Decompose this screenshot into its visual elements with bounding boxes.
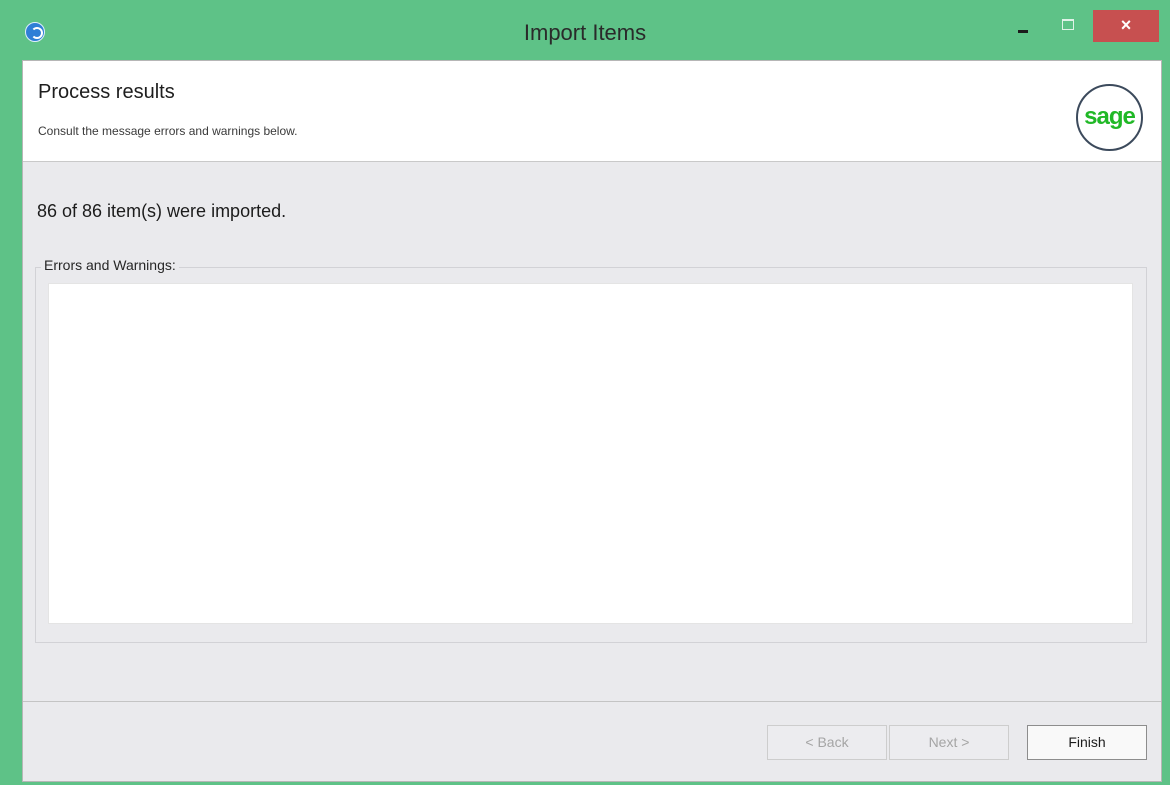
import-items-window: Import Items × Process results Consult t… (0, 0, 1170, 785)
title-bar[interactable]: Import Items × (0, 0, 1170, 60)
back-button[interactable]: < Back (767, 725, 887, 760)
footer-divider (23, 701, 1161, 702)
sage-logo-text: sage (1084, 103, 1136, 130)
dialog-client-area: Process results Consult the message erro… (22, 60, 1162, 782)
minimize-icon[interactable] (1010, 14, 1036, 38)
wizard-header: Process results Consult the message erro… (23, 61, 1161, 162)
finish-button[interactable]: Finish (1027, 725, 1147, 760)
errors-warnings-label: Errors and Warnings: (41, 257, 179, 273)
close-button[interactable]: × (1093, 10, 1159, 42)
page-title: Process results (38, 81, 175, 103)
sage-logo: sage (1076, 84, 1143, 151)
import-summary: 86 of 86 item(s) were imported. (37, 201, 287, 221)
page-subtitle: Consult the message errors and warnings … (38, 124, 298, 138)
window-title: Import Items (523, 20, 647, 45)
maximize-icon[interactable] (1055, 14, 1081, 38)
next-button[interactable]: Next > (889, 725, 1009, 760)
errors-warnings-list[interactable] (48, 283, 1133, 624)
